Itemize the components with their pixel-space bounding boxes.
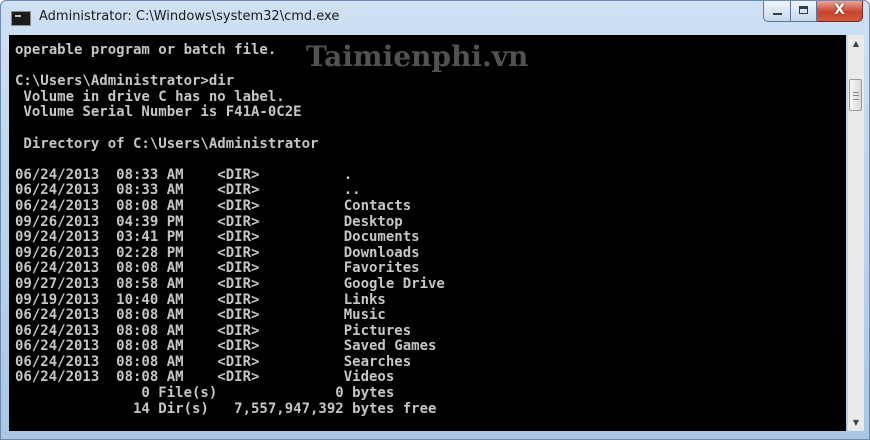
console-line: 14 Dir(s) 7,557,947,392 bytes free [15, 400, 437, 417]
console-text: operable program or batch file. C:\Users\… [15, 42, 445, 417]
title-bar[interactable]: Administrator: C:\Windows\system32\cmd.e… [1, 1, 869, 35]
console-line: 09/26/2013 02:28 PM <DIR> Downloads [15, 244, 420, 261]
console-line: 06/24/2013 08:08 AM <DIR> Searches [15, 353, 412, 370]
window-controls: X [763, 1, 863, 23]
vertical-scrollbar[interactable]: ▲ ▼ [847, 35, 864, 431]
close-icon: X [834, 2, 845, 18]
minimize-button[interactable] [763, 1, 791, 22]
console-line: 09/27/2013 08:58 AM <DIR> Google Drive [15, 275, 445, 292]
scroll-thumb[interactable] [849, 79, 862, 111]
console-line: 06/24/2013 08:08 AM <DIR> Saved Games [15, 338, 437, 355]
console-line: C:\Users\Administrator>dir [15, 73, 235, 90]
console-line: Volume in drive C has no label. [15, 88, 285, 105]
console-line: 06/24/2013 08:08 AM <DIR> Pictures [15, 322, 412, 339]
console-line: 09/19/2013 10:40 AM <DIR> Links [15, 291, 386, 308]
maximize-button[interactable] [791, 1, 817, 22]
console-line: operable program or batch file. [15, 42, 277, 58]
maximize-icon [799, 6, 808, 14]
console-line: 06/24/2013 08:08 AM <DIR> Videos [15, 369, 395, 386]
console-line: Directory of C:\Users\Administrator [15, 135, 319, 152]
close-button[interactable]: X [817, 1, 863, 22]
console-line: 09/24/2013 03:41 PM <DIR> Documents [15, 229, 420, 246]
console-output[interactable]: operable program or batch file. C:\Users\… [9, 35, 846, 431]
scroll-up-arrow-icon[interactable]: ▲ [848, 35, 864, 52]
cmd-icon[interactable] [11, 11, 31, 26]
scroll-down-arrow-icon[interactable]: ▼ [848, 414, 864, 431]
console-line: 06/24/2013 08:33 AM <DIR> . [15, 166, 353, 183]
console-line: 0 File(s) 0 bytes [15, 385, 395, 402]
window-title: Administrator: C:\Windows\system32\cmd.e… [39, 9, 340, 24]
minimize-icon [773, 13, 782, 15]
console-line: 06/24/2013 08:33 AM <DIR> .. [15, 182, 361, 199]
grip-icon [853, 92, 859, 100]
console-line: 09/26/2013 04:39 PM <DIR> Desktop [15, 213, 403, 230]
cmd-window: Administrator: C:\Windows\system32\cmd.e… [0, 0, 870, 440]
console-line: Volume Serial Number is F41A-0C2E [15, 104, 302, 121]
console-line: 06/24/2013 08:08 AM <DIR> Favorites [15, 260, 420, 277]
console-line: 06/24/2013 08:08 AM <DIR> Music [15, 307, 386, 324]
console-line: 06/24/2013 08:08 AM <DIR> Contacts [15, 197, 412, 214]
